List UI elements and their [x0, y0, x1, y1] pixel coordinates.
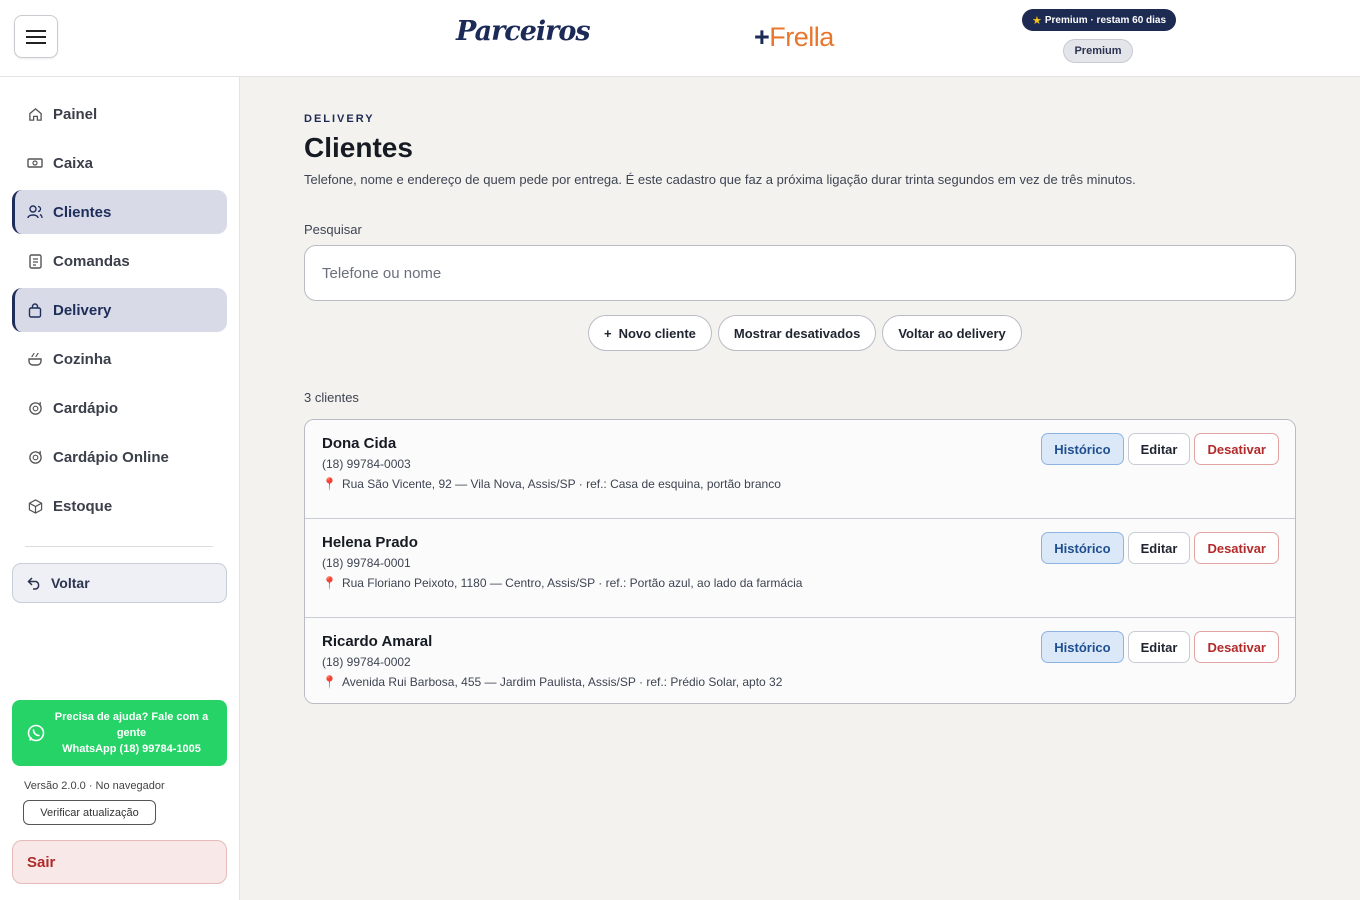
logout-button[interactable]: Sair: [12, 840, 227, 884]
sidebar-item-label: Painel: [53, 105, 98, 123]
client-address: 📍 Avenida Rui Barbosa, 455 — Jardim Paul…: [322, 675, 782, 689]
hamburger-icon: [26, 29, 46, 44]
new-client-label: Novo cliente: [618, 325, 696, 341]
cash-icon: [26, 154, 44, 172]
sidebar-divider: [25, 546, 213, 547]
voltar-button[interactable]: Voltar: [12, 563, 227, 603]
sidebar-item-label: Cozinha: [53, 350, 112, 368]
edit-button[interactable]: Editar: [1127, 631, 1191, 663]
deactivate-button[interactable]: Desativar: [1194, 433, 1279, 465]
action-row: + Novo cliente Mostrar desativados Volta…: [588, 315, 1022, 351]
receipt-icon: [26, 252, 44, 270]
sidebar-item-label: Cardápio: [53, 399, 119, 417]
client-address: 📍 Rua São Vicente, 92 — Vila Nova, Assis…: [322, 477, 781, 491]
premium-plan-pill[interactable]: Premium: [1063, 39, 1133, 63]
sidebar-item-label: Comandas: [53, 252, 130, 270]
sidebar-item-painel[interactable]: Painel: [12, 92, 227, 136]
edit-button[interactable]: Editar: [1127, 532, 1191, 564]
pot-icon: [26, 350, 44, 368]
premium-status-badge: ★ Premium · restam 60 dias: [1022, 9, 1177, 31]
frella-logo-plus: +: [754, 22, 770, 52]
verify-update-button[interactable]: Verificar atualização: [23, 800, 156, 825]
client-address-text: Rua São Vicente, 92 — Vila Nova, Assis/S…: [341, 477, 781, 491]
parceiros-logo: Parceiros: [456, 16, 591, 47]
client-row: Helena Prado (18) 99784-0001 📍 Rua Flori…: [305, 519, 1295, 618]
sidebar-item-label: Cardápio Online: [53, 448, 169, 466]
client-address: 📍 Rua Floriano Peixoto, 1180 — Centro, A…: [322, 576, 802, 590]
history-button[interactable]: Histórico: [1041, 532, 1124, 564]
sidebar-item-comandas[interactable]: Comandas: [12, 239, 227, 283]
row-actions: Histórico Editar Desativar: [1041, 433, 1279, 465]
search-label: Pesquisar: [304, 222, 362, 237]
new-client-button[interactable]: + Novo cliente: [588, 315, 712, 351]
client-name: Ricardo Amaral: [322, 633, 433, 650]
history-button[interactable]: Histórico: [1041, 433, 1124, 465]
section-eyebrow: DELIVERY: [304, 113, 375, 125]
premium-status-text: Premium · restam 60 dias: [1044, 14, 1167, 26]
box-icon: [26, 497, 44, 515]
sidebar-item-delivery[interactable]: Delivery: [12, 288, 227, 332]
star-icon: ★: [1032, 14, 1042, 27]
menu-button[interactable]: [14, 15, 58, 58]
menu-online-icon: [26, 448, 44, 466]
history-button[interactable]: Histórico: [1041, 631, 1124, 663]
client-count: 3 clientes: [304, 390, 359, 405]
sidebar-item-label: Caixa: [53, 154, 94, 172]
sidebar-item-estoque[interactable]: Estoque: [12, 484, 227, 528]
sidebar-item-caixa[interactable]: Caixa: [12, 141, 227, 185]
sidebar-item-cardapio-online[interactable]: Cardápio Online: [12, 435, 227, 479]
whatsapp-icon: [27, 724, 45, 742]
client-phone: (18) 99784-0001: [322, 556, 411, 570]
client-phone: (18) 99784-0003: [322, 457, 411, 471]
client-name: Dona Cida: [322, 435, 397, 452]
version-text: Versão 2.0.0 · No navegador: [24, 780, 165, 792]
client-name: Helena Prado: [322, 534, 418, 551]
row-actions: Histórico Editar Desativar: [1041, 631, 1279, 663]
client-address-text: Avenida Rui Barbosa, 455 — Jardim Paulis…: [341, 675, 783, 689]
sidebar-item-label: Delivery: [53, 301, 112, 319]
back-to-delivery-button[interactable]: Voltar ao delivery: [882, 315, 1022, 351]
page-title: Clientes: [304, 132, 413, 163]
voltar-label: Voltar: [51, 575, 90, 591]
client-row: Dona Cida (18) 99784-0003 📍 Rua São Vice…: [305, 420, 1295, 519]
sidebar-item-cozinha[interactable]: Cozinha: [12, 337, 227, 381]
client-address-text: Rua Floriano Peixoto, 1180 — Centro, Ass…: [341, 576, 803, 590]
sidebar: Painel Caixa Clientes Comandas Delivery …: [0, 77, 240, 900]
whatsapp-help-text: Precisa de ajuda? Fale com a gente: [54, 711, 209, 739]
whatsapp-help-button[interactable]: Precisa de ajuda? Fale com a gente Whats…: [12, 700, 227, 766]
home-icon: [26, 105, 44, 123]
row-actions: Histórico Editar Desativar: [1041, 532, 1279, 564]
client-list: Dona Cida (18) 99784-0003 📍 Rua São Vice…: [304, 419, 1296, 704]
bag-icon: [26, 301, 44, 319]
edit-button[interactable]: Editar: [1127, 433, 1191, 465]
undo-arrow-icon: [27, 576, 42, 590]
deactivate-button[interactable]: Desativar: [1194, 532, 1279, 564]
users-icon: [26, 203, 44, 221]
show-disabled-button[interactable]: Mostrar desativados: [717, 315, 877, 351]
whatsapp-number: WhatsApp (18) 99784-1005: [62, 743, 201, 755]
sidebar-item-clientes[interactable]: Clientes: [12, 190, 227, 234]
client-phone: (18) 99784-0002: [322, 655, 411, 669]
frella-logo: +Frella: [754, 22, 834, 53]
menu-icon: [26, 399, 44, 417]
sidebar-item-label: Estoque: [53, 497, 113, 515]
search-input[interactable]: [304, 245, 1296, 301]
frella-logo-text: Frella: [769, 22, 834, 52]
location-pin-icon: 📍: [322, 477, 337, 491]
location-pin-icon: 📍: [322, 675, 337, 689]
top-header: Parceiros +Frella ★ Premium · restam 60 …: [0, 0, 1360, 77]
sidebar-item-label: Clientes: [53, 203, 112, 221]
sidebar-item-cardapio[interactable]: Cardápio: [12, 386, 227, 430]
deactivate-button[interactable]: Desativar: [1194, 631, 1279, 663]
client-row: Ricardo Amaral (18) 99784-0002 📍 Avenida…: [305, 618, 1295, 703]
page-description: Telefone, nome e endereço de quem pede p…: [304, 172, 1136, 187]
plus-icon: +: [604, 325, 612, 341]
location-pin-icon: 📍: [322, 576, 337, 590]
